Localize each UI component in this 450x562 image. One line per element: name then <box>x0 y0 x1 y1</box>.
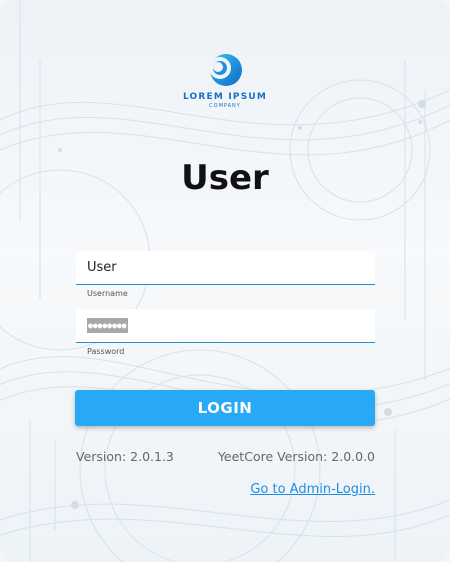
password-masked-value: ●●●●●●●● <box>87 318 128 333</box>
admin-login-link[interactable]: Go to Admin-Login. <box>250 482 375 497</box>
login-card: LOREM IPSUM COMPANY User Username ●●●●●●… <box>0 0 450 562</box>
logo-name: LOREM IPSUM <box>182 92 268 102</box>
core-version: YeetCore Version: 2.0.0.0 <box>217 449 375 464</box>
logo-subtitle: COMPANY <box>209 103 241 109</box>
login-button[interactable]: LOGIN <box>75 390 375 426</box>
crescent-sphere-icon <box>209 54 242 86</box>
company-logo: LOREM IPSUM COMPANY <box>0 50 450 109</box>
app-version: Version: 2.0.1.3 <box>76 449 174 464</box>
password-label: Password <box>87 347 125 356</box>
username-label: Username <box>87 289 128 298</box>
username-input[interactable] <box>76 251 375 285</box>
page-title: User <box>181 158 269 198</box>
